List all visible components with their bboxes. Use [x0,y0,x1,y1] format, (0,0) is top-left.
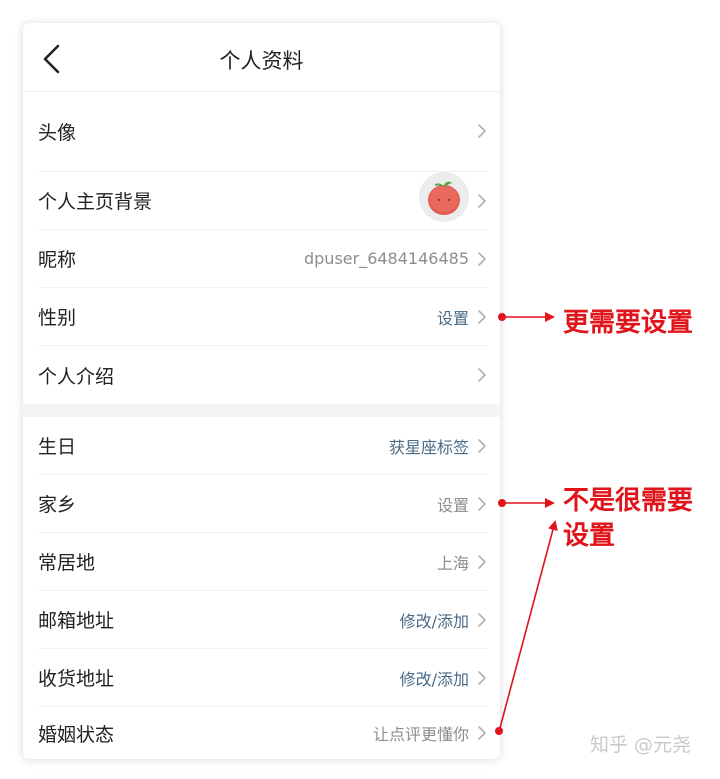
annotation-less-needed-line2: 设置 [563,521,616,551]
annotation-more-needed: 更需要设置 [563,308,694,338]
row-birthday[interactable]: 生日 获星座标签 [23,417,500,474]
row-value: 让点评更懂你 [372,725,469,744]
row-hometown[interactable]: 家乡 设置 [23,475,500,532]
row-gender[interactable]: 性别 设置 [23,288,500,345]
row-value: dpuser_6484146485 [303,249,469,268]
row-value: 修改/添加 [399,611,469,631]
chevron-right-icon [478,554,486,569]
chevron-right-icon [478,438,486,453]
arrow-less-needed-marital [499,520,558,729]
row-label: 昵称 [38,249,77,271]
chevron-right-icon [478,124,486,138]
row-label: 家乡 [38,494,77,516]
row-homepage-background[interactable]: 个人主页背景 [23,172,500,229]
row-label: 收货地址 [38,668,115,690]
row-label: 个人介绍 [38,365,115,388]
row-label: 性别 [38,307,77,329]
row-bio[interactable]: 个人介绍 [23,346,500,404]
row-label: 婚姻状态 [38,723,115,746]
row-label: 头像 [38,121,77,144]
row-shipping-address[interactable]: 收货地址 修改/添加 [23,649,500,706]
row-value: 设置 [436,308,469,328]
chevron-right-icon [478,496,486,511]
row-label: 生日 [38,436,77,458]
row-nickname[interactable]: 昵称 dpuser_6484146485 [23,230,500,287]
row-avatar[interactable]: 头像 [23,91,500,222]
chevron-right-icon [478,612,486,627]
row-label: 常居地 [38,552,96,574]
row-residence[interactable]: 常居地 上海 [23,533,500,590]
row-label: 个人主页背景 [38,191,153,213]
annotation-less-needed-line1: 不是很需要 [563,486,694,516]
row-label: 邮箱地址 [38,610,115,632]
nav-bar: 个人资料 [23,23,500,92]
chevron-right-icon [478,193,486,208]
chevron-right-icon [478,251,486,266]
row-value: 上海 [436,553,469,573]
chevron-right-icon [478,368,486,382]
row-value: 设置 [436,495,469,515]
watermark: 知乎 @元尧 [590,734,692,756]
back-button[interactable] [37,41,67,75]
row-email[interactable]: 邮箱地址 修改/添加 [23,591,500,648]
chevron-right-icon [478,726,486,740]
chevron-right-icon [478,670,486,685]
profile-screen: 个人资料 头像 个人主页背景 昵称 dpuser_6484146485 性别 设… [23,23,500,759]
page-title: 个人资料 [219,49,304,73]
row-value: 修改/添加 [399,669,469,689]
row-marital-status[interactable]: 婚姻状态 让点评更懂你 [23,707,500,759]
row-value: 获星座标签 [388,437,469,457]
section-gap [23,404,500,417]
chevron-left-icon [43,44,60,74]
chevron-right-icon [478,309,486,324]
